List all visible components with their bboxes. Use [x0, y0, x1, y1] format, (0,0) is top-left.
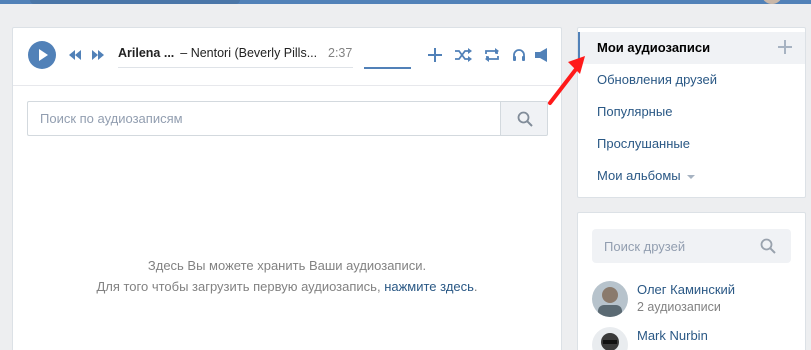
empty-state-line2: Для того чтобы загрузить первую аудиозап… — [13, 276, 561, 297]
empty-state-suffix: . — [473, 279, 478, 294]
friend-name[interactable]: Олег Каминский — [637, 282, 735, 297]
nav-item-my-albums[interactable]: Мои альбомы — [578, 160, 805, 192]
play-icon — [39, 49, 48, 61]
friends-panel: Олег Каминский 2 аудиозаписи Mark Nurbin — [577, 212, 806, 350]
nav-item-label: Прослушанные — [597, 136, 690, 151]
nav-item-label: Популярные — [597, 104, 673, 119]
audio-nav-menu: Мои аудиозаписи Обновления друзей Популя… — [577, 27, 806, 198]
chevron-down-icon — [686, 174, 695, 179]
upload-link[interactable]: нажмите здесь — [384, 279, 474, 294]
add-icon[interactable] — [777, 39, 793, 55]
prev-icon[interactable] — [68, 49, 82, 61]
friends-search — [592, 229, 791, 263]
track-duration[interactable]: 2:37 — [328, 46, 352, 60]
header-avatar[interactable] — [762, 0, 782, 4]
nav-item-label: Обновления друзей — [597, 72, 717, 87]
broadcast-icon[interactable] — [535, 48, 549, 62]
track-artist[interactable]: Arilena ... — [118, 46, 174, 60]
nav-item-friends-updates[interactable]: Обновления друзей — [578, 64, 805, 96]
track-title: – Nentori (Beverly Pills... — [180, 46, 318, 60]
progress-bar[interactable] — [118, 67, 353, 68]
search-icon — [517, 111, 533, 127]
volume-slider[interactable] — [364, 67, 411, 69]
audio-search-button[interactable] — [500, 101, 548, 136]
repeat-icon[interactable] — [483, 48, 501, 62]
shuffle-icon[interactable] — [454, 48, 472, 62]
empty-state-line1: Здесь Вы можете хранить Ваши аудиозаписи… — [147, 258, 427, 273]
friends-search-input[interactable] — [592, 229, 757, 263]
audio-panel: Arilena ... – Nentori (Beverly Pills... 2… — [12, 27, 562, 350]
friend-name[interactable]: Mark Nurbin — [637, 328, 708, 343]
empty-state-prefix: Для того чтобы загрузить первую аудиозап… — [96, 279, 385, 294]
track-info[interactable]: Arilena ... – Nentori (Beverly Pills... — [118, 46, 363, 64]
nav-item-label: Мои альбомы — [597, 168, 681, 183]
next-icon[interactable] — [91, 49, 105, 61]
audio-player: Arilena ... – Nentori (Beverly Pills... 2… — [13, 28, 561, 86]
avatar[interactable] — [592, 281, 628, 317]
audio-search-row — [27, 101, 548, 136]
header-search-area[interactable] — [30, 0, 240, 4]
search-icon[interactable] — [760, 238, 776, 254]
avatar[interactable] — [592, 327, 628, 350]
top-header-bar — [0, 0, 811, 4]
friend-item[interactable]: Mark Nurbin — [592, 327, 792, 350]
nav-item-label: Мои аудиозаписи — [597, 40, 711, 55]
nav-item-popular[interactable]: Популярные — [578, 96, 805, 128]
audio-search-input[interactable] — [27, 101, 500, 136]
empty-state: Здесь Вы можете хранить Ваши аудиозаписи… — [13, 255, 561, 297]
play-button[interactable] — [28, 41, 56, 69]
nav-item-listened[interactable]: Прослушанные — [578, 128, 805, 160]
friend-item[interactable]: Олег Каминский 2 аудиозаписи — [592, 281, 792, 321]
add-icon[interactable] — [428, 48, 442, 62]
headphones-icon[interactable] — [512, 48, 526, 62]
nav-item-my-audio[interactable]: Мои аудиозаписи — [578, 32, 805, 64]
friend-audio-count: 2 аудиозаписи — [637, 300, 721, 314]
